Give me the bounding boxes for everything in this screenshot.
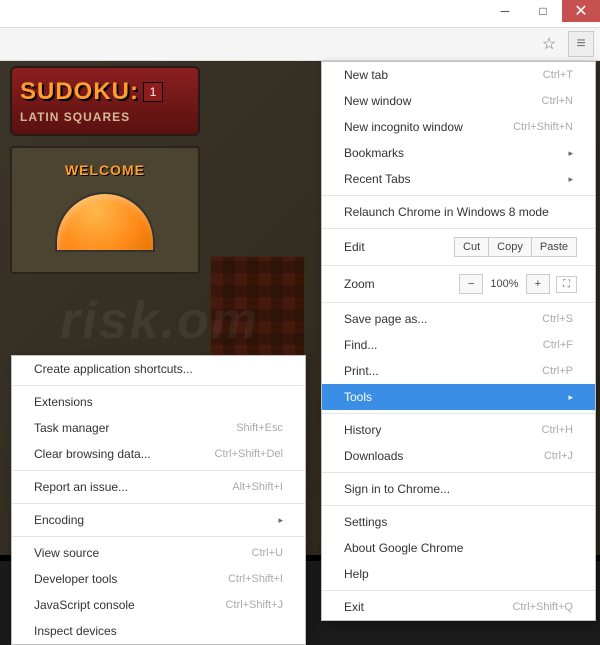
- menu-developer-tools[interactable]: Developer toolsCtrl+Shift+I: [12, 566, 305, 592]
- main-menu: New tabCtrl+T New windowCtrl+N New incog…: [321, 61, 596, 621]
- menu-zoom-row: Zoom − 100% + ⛶: [322, 269, 595, 299]
- zoom-in-button[interactable]: +: [526, 274, 550, 294]
- menu-separator: [322, 228, 595, 229]
- menu-separator: [322, 302, 595, 303]
- close-button[interactable]: ✕: [562, 0, 600, 22]
- menu-encoding[interactable]: Encoding▸: [12, 507, 305, 533]
- menu-separator: [322, 590, 595, 591]
- menu-extensions[interactable]: Extensions: [12, 389, 305, 415]
- menu-separator: [322, 413, 595, 414]
- menu-report-issue[interactable]: Report an issue...Alt+Shift+I: [12, 474, 305, 500]
- game-panel: SUDOKU: 1 LATIN SQUARES WELCOME: [10, 66, 200, 274]
- chevron-right-icon: ▸: [568, 392, 573, 403]
- menu-about[interactable]: About Google Chrome: [322, 535, 595, 561]
- menu-inspect-devices[interactable]: Inspect devices: [12, 618, 305, 644]
- menu-task-manager[interactable]: Task managerShift+Esc: [12, 415, 305, 441]
- logo-title: SUDOKU:: [20, 78, 139, 106]
- menu-bookmarks[interactable]: Bookmarks▸: [322, 140, 595, 166]
- menu-history[interactable]: HistoryCtrl+H: [322, 417, 595, 443]
- menu-exit[interactable]: ExitCtrl+Shift+Q: [322, 594, 595, 620]
- edit-label: Edit: [344, 240, 365, 254]
- menu-separator: [322, 472, 595, 473]
- play-button[interactable]: [55, 192, 155, 252]
- menu-signin[interactable]: Sign in to Chrome...: [322, 476, 595, 502]
- menu-separator: [12, 385, 305, 386]
- menu-recent-tabs[interactable]: Recent Tabs▸: [322, 166, 595, 192]
- menu-tools[interactable]: Tools▸: [322, 384, 595, 410]
- menu-new-window[interactable]: New windowCtrl+N: [322, 88, 595, 114]
- minimize-button[interactable]: ─: [486, 0, 524, 22]
- welcome-label: WELCOME: [12, 162, 198, 178]
- menu-print[interactable]: Print...Ctrl+P: [322, 358, 595, 384]
- menu-separator: [12, 470, 305, 471]
- browser-toolbar: ☆ ≡: [0, 28, 600, 61]
- menu-new-tab[interactable]: New tabCtrl+T: [322, 62, 595, 88]
- game-logo: SUDOKU: 1 LATIN SQUARES: [10, 66, 200, 136]
- cut-button[interactable]: Cut: [454, 237, 489, 257]
- zoom-label: Zoom: [344, 277, 375, 291]
- hamburger-menu-icon[interactable]: ≡: [568, 31, 594, 57]
- menu-separator: [322, 505, 595, 506]
- menu-separator: [12, 503, 305, 504]
- game-body: WELCOME: [10, 146, 200, 274]
- bookmark-star-icon[interactable]: ☆: [536, 31, 562, 57]
- menu-separator: [322, 265, 595, 266]
- logo-number-tiles: 1: [143, 82, 163, 102]
- menu-help[interactable]: Help: [322, 561, 595, 587]
- menu-settings[interactable]: Settings: [322, 509, 595, 535]
- menu-create-shortcuts[interactable]: Create application shortcuts...: [12, 356, 305, 382]
- menu-downloads[interactable]: DownloadsCtrl+J: [322, 443, 595, 469]
- zoom-out-button[interactable]: −: [459, 274, 483, 294]
- menu-clear-browsing-data[interactable]: Clear browsing data...Ctrl+Shift+Del: [12, 441, 305, 467]
- menu-find[interactable]: Find...Ctrl+F: [322, 332, 595, 358]
- copy-button[interactable]: Copy: [489, 237, 532, 257]
- window-titlebar: ─ □ ✕: [0, 0, 600, 28]
- menu-separator: [322, 195, 595, 196]
- fullscreen-button[interactable]: ⛶: [556, 276, 577, 293]
- maximize-button[interactable]: □: [524, 0, 562, 22]
- logo-subtitle: LATIN SQUARES: [20, 110, 190, 124]
- chevron-right-icon: ▸: [568, 174, 573, 185]
- menu-new-incognito[interactable]: New incognito windowCtrl+Shift+N: [322, 114, 595, 140]
- menu-save-page[interactable]: Save page as...Ctrl+S: [322, 306, 595, 332]
- menu-view-source[interactable]: View sourceCtrl+U: [12, 540, 305, 566]
- chevron-right-icon: ▸: [278, 515, 283, 526]
- chevron-right-icon: ▸: [568, 148, 573, 159]
- menu-separator: [12, 536, 305, 537]
- menu-edit-row: Edit Cut Copy Paste: [322, 232, 595, 262]
- logo-tile: 1: [143, 82, 163, 102]
- zoom-value: 100%: [483, 275, 525, 293]
- menu-js-console[interactable]: JavaScript consoleCtrl+Shift+J: [12, 592, 305, 618]
- menu-relaunch-win8[interactable]: Relaunch Chrome in Windows 8 mode: [322, 199, 595, 225]
- tools-submenu: Create application shortcuts... Extensio…: [11, 355, 306, 645]
- paste-button[interactable]: Paste: [532, 237, 577, 257]
